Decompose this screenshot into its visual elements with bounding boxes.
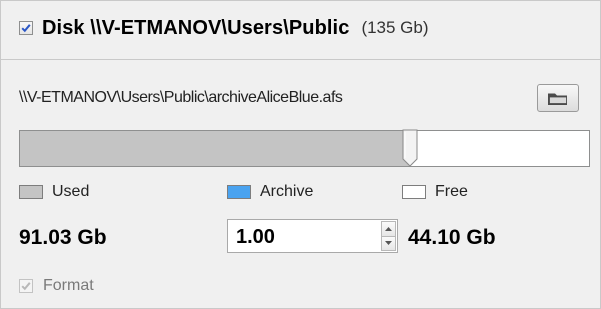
checkmark-icon: [21, 282, 31, 291]
allocation-slider[interactable]: [19, 129, 590, 167]
archive-size-input[interactable]: 1.00: [236, 226, 275, 249]
format-option: Format: [19, 277, 94, 295]
spin-arrows: [381, 221, 396, 251]
spin-up-button[interactable]: [381, 221, 396, 237]
used-value: 91.03 Gb: [19, 226, 107, 249]
disk-size: (135 Gb): [361, 18, 429, 37]
format-checkbox[interactable]: [19, 279, 33, 293]
slider-thumb[interactable]: [402, 129, 418, 167]
disk-panel: Disk \\V-ETMANOV\Users\Public (135 Gb) \…: [0, 0, 601, 309]
divider: [1, 59, 600, 60]
slider-thumb-icon: [402, 129, 418, 167]
used-space-fill: [20, 131, 411, 166]
browse-folder-button[interactable]: [537, 84, 579, 112]
legend-archive-label: Archive: [260, 183, 314, 200]
free-value: 44.10 Gb: [408, 226, 496, 249]
disk-title: Disk \\V-ETMANOV\Users\Public: [42, 16, 350, 39]
folder-icon: [548, 93, 567, 105]
spin-down-button[interactable]: [381, 236, 396, 251]
chevron-up-icon: [385, 226, 392, 231]
legend-used: Used: [19, 183, 89, 201]
free-swatch: [402, 185, 426, 199]
archive-swatch: [227, 185, 251, 199]
chevron-down-icon: [385, 241, 392, 246]
legend-free-label: Free: [435, 183, 468, 200]
archive-size-spinbox[interactable]: 1.00: [227, 219, 398, 253]
disk-enabled-checkbox[interactable]: [19, 21, 33, 35]
used-swatch: [19, 185, 43, 199]
legend-archive: Archive: [227, 183, 313, 201]
checkmark-icon: [21, 24, 31, 33]
legend-free: Free: [402, 183, 468, 201]
disk-header: Disk \\V-ETMANOV\Users\Public (135 Gb): [1, 1, 600, 55]
legend-used-label: Used: [52, 183, 90, 200]
format-label: Format: [43, 277, 94, 294]
archive-path: \\V-ETMANOV\Users\Public\archiveAliceBlu…: [19, 89, 343, 106]
